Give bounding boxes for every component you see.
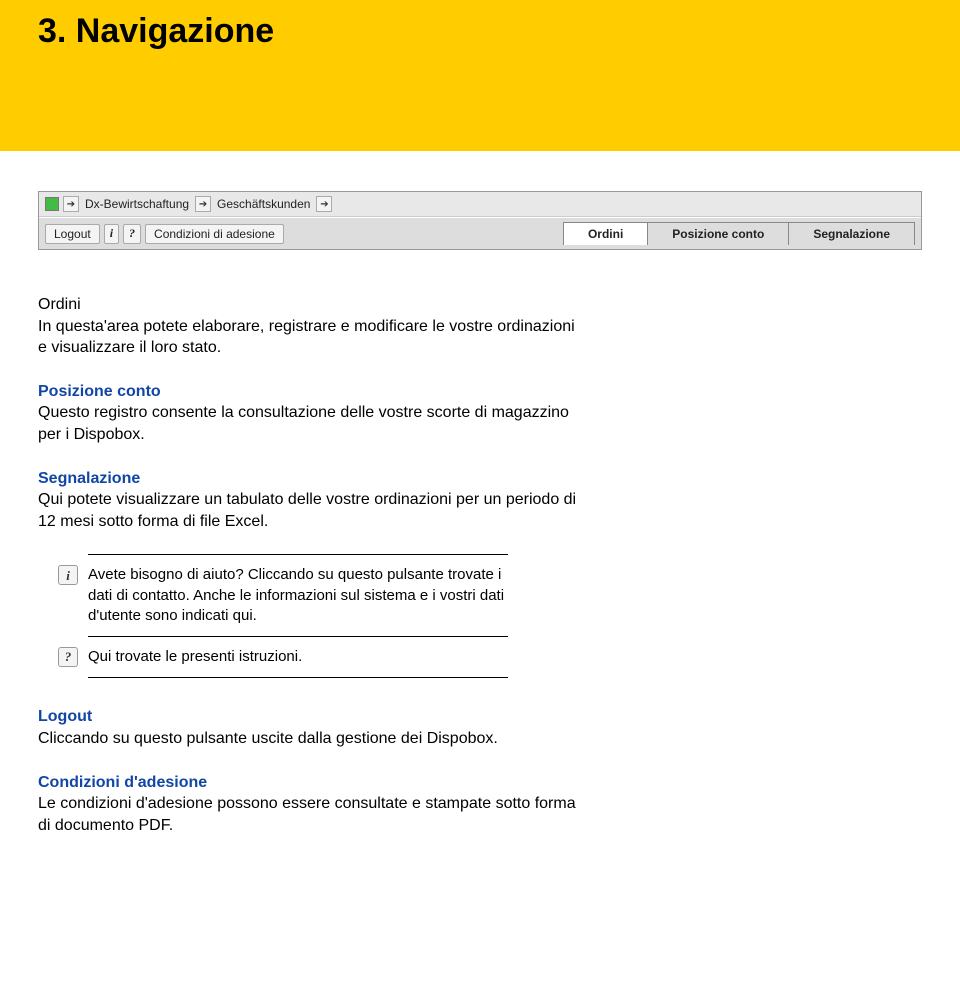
body-segnalazione: Qui potete visualizzare un tabulato dell… [38, 489, 578, 532]
heading-condizioni: Condizioni d'adesione [38, 772, 578, 794]
heading-segnalazione: Segnalazione [38, 468, 578, 490]
divider [88, 677, 508, 678]
status-square-icon [45, 197, 59, 211]
heading-logout: Logout [38, 706, 578, 728]
arrow-right-icon[interactable]: ➔ [195, 196, 211, 212]
divider [88, 554, 508, 555]
content-area: ➔ Dx-Bewirtschaftung ➔ Geschäftskunden ➔… [0, 151, 960, 878]
divider [88, 636, 508, 637]
section-condizioni: Condizioni d'adesione Le condizioni d'ad… [38, 772, 578, 837]
body-ordini: In questa'area potete elaborare, registr… [38, 316, 578, 359]
breadcrumb-item[interactable]: Dx-Bewirtschaftung [83, 197, 191, 211]
body-condizioni: Le condizioni d'adesione possono essere … [38, 793, 578, 836]
arrow-right-icon[interactable]: ➔ [63, 196, 79, 212]
note-info-text: Avete bisogno di aiuto? Cliccando su que… [88, 565, 508, 626]
section-segnalazione: Segnalazione Qui potete visualizzare un … [38, 468, 578, 533]
heading-ordini: Ordini [38, 294, 578, 316]
info-button[interactable]: i [104, 224, 119, 244]
breadcrumb-row: ➔ Dx-Bewirtschaftung ➔ Geschäftskunden ➔ [39, 192, 921, 217]
page-title: 3. Navigazione [38, 12, 922, 51]
nav-screenshot: ➔ Dx-Bewirtschaftung ➔ Geschäftskunden ➔… [38, 191, 922, 250]
help-button[interactable]: ? [123, 224, 141, 244]
section-logout: Logout Cliccando su questo pulsante usci… [38, 706, 578, 749]
section-posizione: Posizione conto Questo registro consente… [38, 381, 578, 446]
note-block: i Avete bisogno di aiuto? Cliccando su q… [88, 554, 508, 678]
info-icon: i [58, 565, 78, 585]
logout-button[interactable]: Logout [45, 224, 100, 244]
note-row-help: ? Qui trovate le presenti istruzioni. [88, 641, 508, 673]
toolbar-row: Logout i ? Condizioni di adesione Ordini… [39, 217, 921, 249]
question-icon: ? [58, 647, 78, 667]
arrow-right-icon[interactable]: ➔ [316, 196, 332, 212]
conditions-button[interactable]: Condizioni di adesione [145, 224, 284, 244]
note-help-text: Qui trovate le presenti istruzioni. [88, 647, 302, 667]
tabs: Ordini Posizione conto Segnalazione [564, 222, 915, 245]
body-posizione: Questo registro consente la consultazion… [38, 402, 578, 445]
tab-segnalazione[interactable]: Segnalazione [788, 222, 915, 245]
breadcrumb-item[interactable]: Geschäftskunden [215, 197, 312, 211]
note-row-info: i Avete bisogno di aiuto? Cliccando su q… [88, 559, 508, 632]
section-ordini: Ordini In questa'area potete elaborare, … [38, 294, 578, 359]
header-band: 3. Navigazione [0, 0, 960, 151]
heading-posizione: Posizione conto [38, 381, 578, 403]
body-logout: Cliccando su questo pulsante uscite dall… [38, 728, 578, 750]
tab-posizione-conto[interactable]: Posizione conto [647, 222, 789, 245]
tab-ordini[interactable]: Ordini [563, 222, 648, 245]
